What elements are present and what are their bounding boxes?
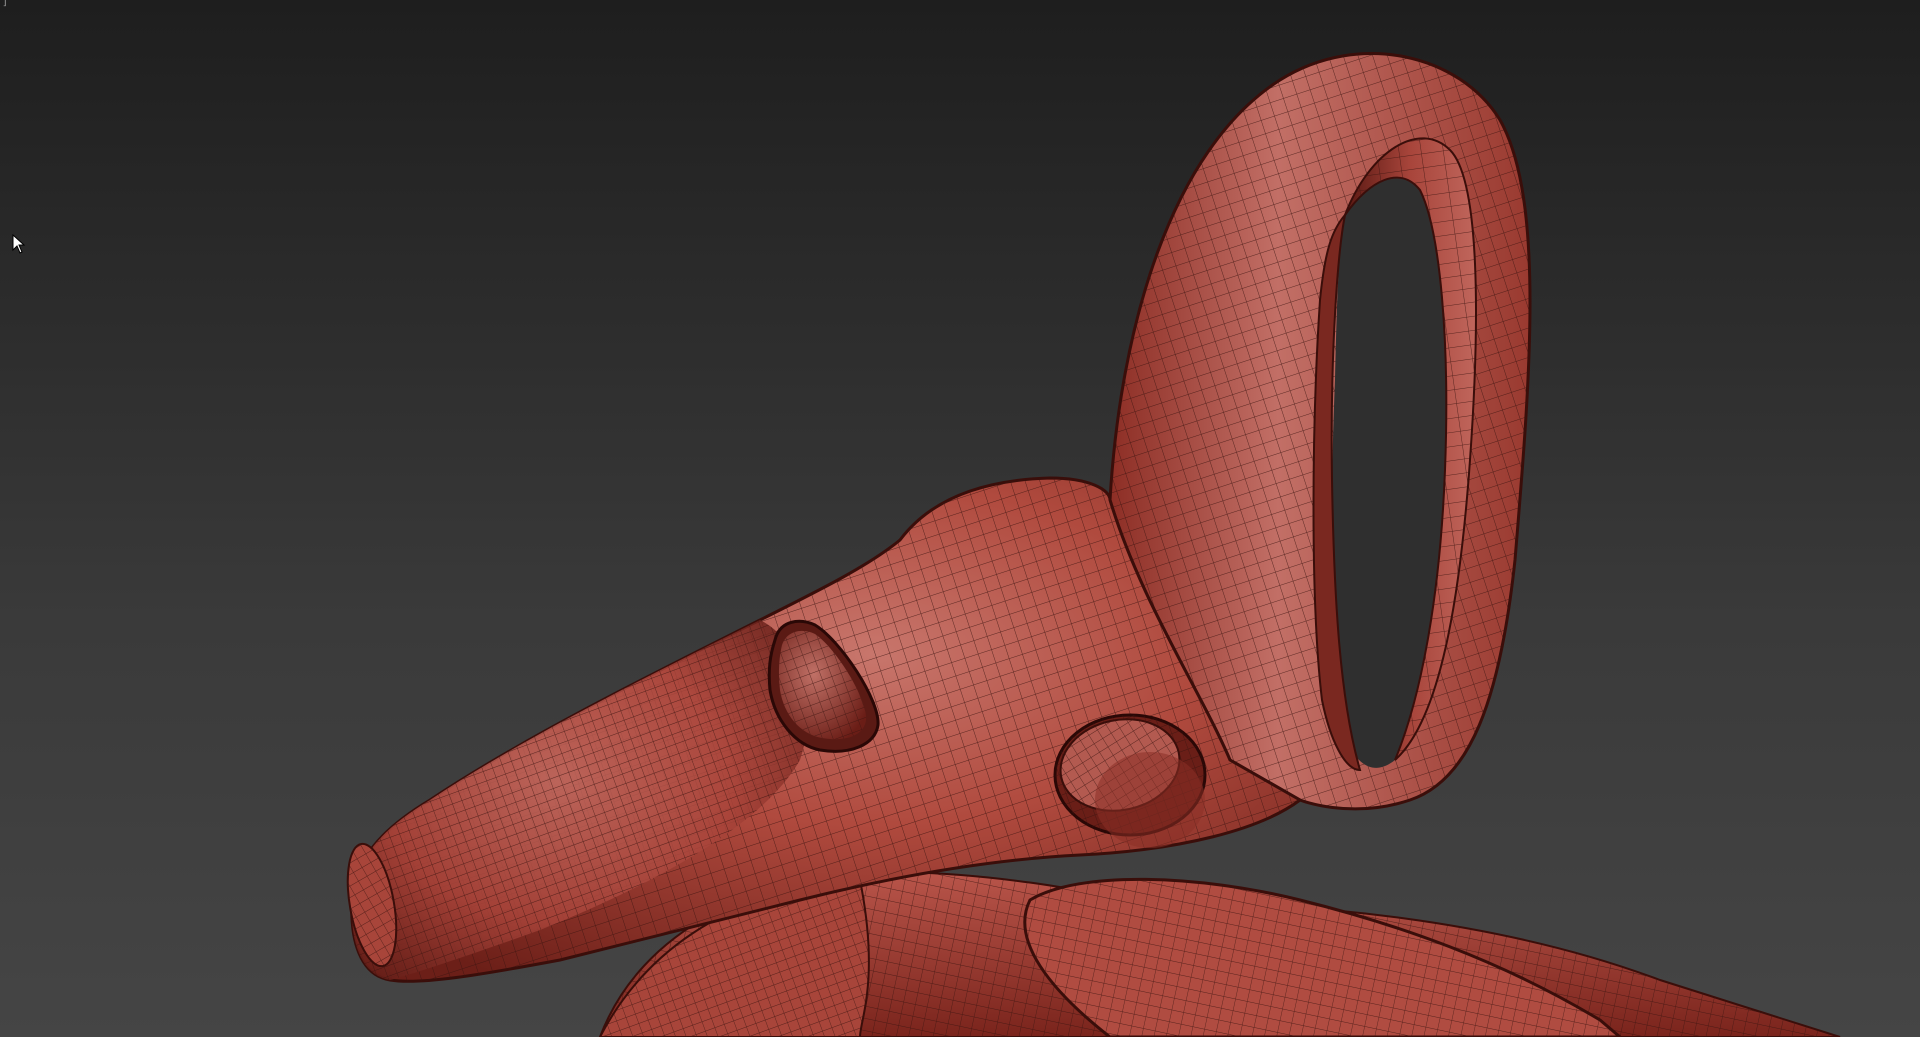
3d-model-mesh[interactable] (0, 0, 1920, 1037)
3d-viewport[interactable]: ] (0, 0, 1920, 1037)
arrow-cursor-icon (12, 234, 26, 254)
